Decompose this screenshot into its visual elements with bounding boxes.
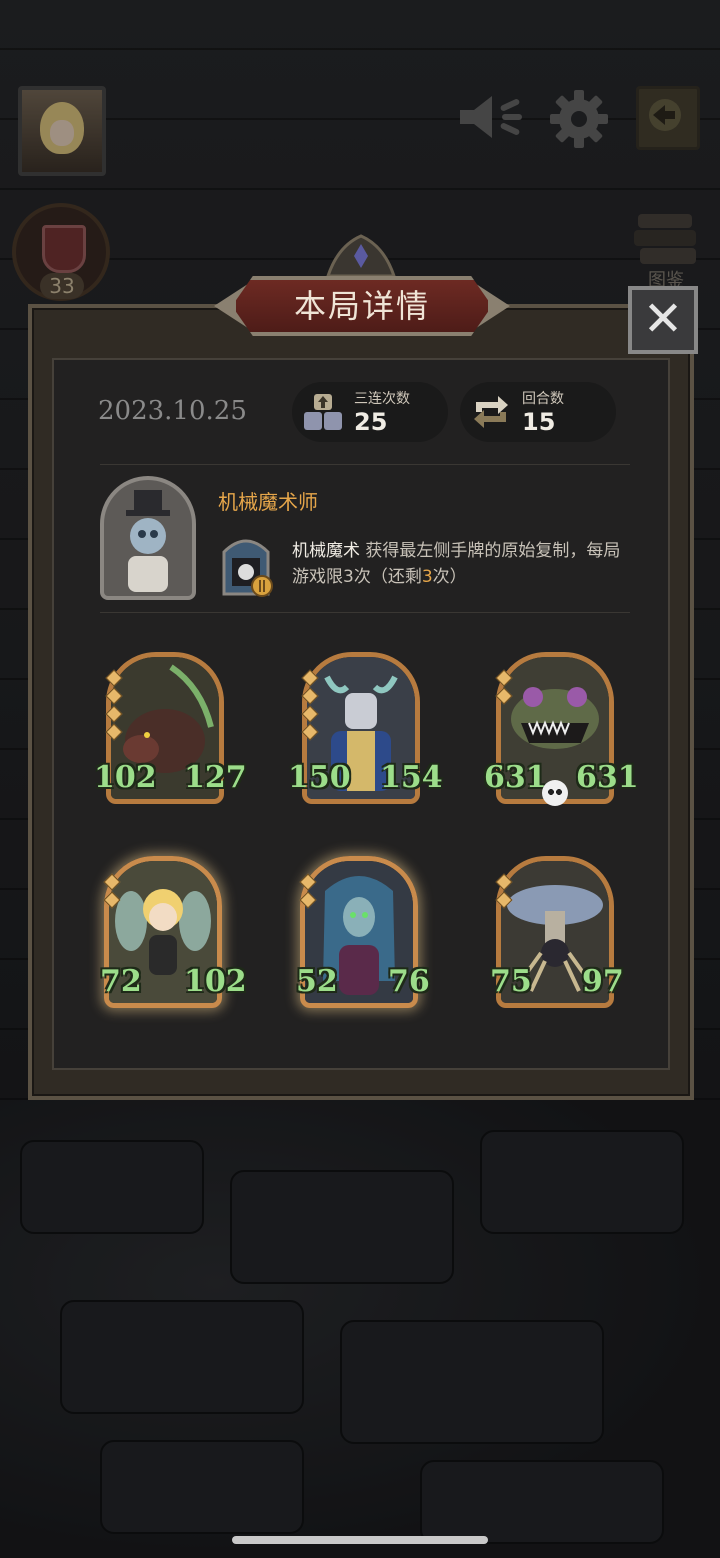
card-fairy-pips [103,873,121,912]
card-elf-sorceress-pips [299,873,317,912]
card-plant-monster-pips [495,669,513,708]
triples-stat: 三连次数 25 [292,382,448,442]
skill-remaining: 3 [421,567,433,587]
skill-desc-b: 次） [432,567,467,587]
close-icon: ✕ [642,291,684,347]
triple-blocks-icon [304,394,342,430]
triples-label: 三连次数 [354,391,410,407]
card-fairy-attack: 72 [100,964,142,999]
card-knight-attack: 150 [288,760,351,795]
hero-name: 机械魔术师 [218,490,318,514]
match-date: 2023.10.25 [98,396,247,426]
close-button[interactable]: ✕ [628,286,698,354]
skull-icon [542,780,568,806]
card-plant-monster-attack: 631 [484,760,547,795]
divider-bottom [100,612,630,613]
card-boar-health: 127 [184,760,247,795]
card-elf-sorceress-attack: 52 [296,964,338,999]
magician-portrait-icon [126,490,170,592]
card-boar-pips [105,669,123,744]
card-mushroom-spider-health: 97 [582,964,624,999]
rounds-label: 回合数 [522,391,564,407]
card-knight-health: 154 [380,760,443,795]
card-plant-monster-health: 631 [576,760,639,795]
crown-crest-icon [325,234,397,278]
skill-icon[interactable] [218,528,274,598]
hero-portrait[interactable] [100,476,196,600]
rounds-stat: 回合数 15 [460,382,616,442]
skill-name: 机械魔术 [292,541,360,561]
card-fairy-health: 102 [184,964,247,999]
skill-description: 机械魔术 获得最左侧手牌的原始复制，每局游戏限3次（还剩3次） [292,538,632,590]
card-mushroom-spider-pips [495,873,513,912]
card-knight-pips [301,669,319,744]
rounds-cycle-icon [474,396,508,428]
modal-title: 本局详情 [293,287,430,325]
divider-top [100,464,630,465]
card-elf-sorceress-health: 76 [388,964,430,999]
triples-value: 25 [354,408,388,436]
card-boar-attack: 102 [94,760,157,795]
home-indicator[interactable] [232,1536,488,1544]
card-mushroom-spider-attack: 75 [490,964,532,999]
rounds-value: 15 [522,408,556,436]
